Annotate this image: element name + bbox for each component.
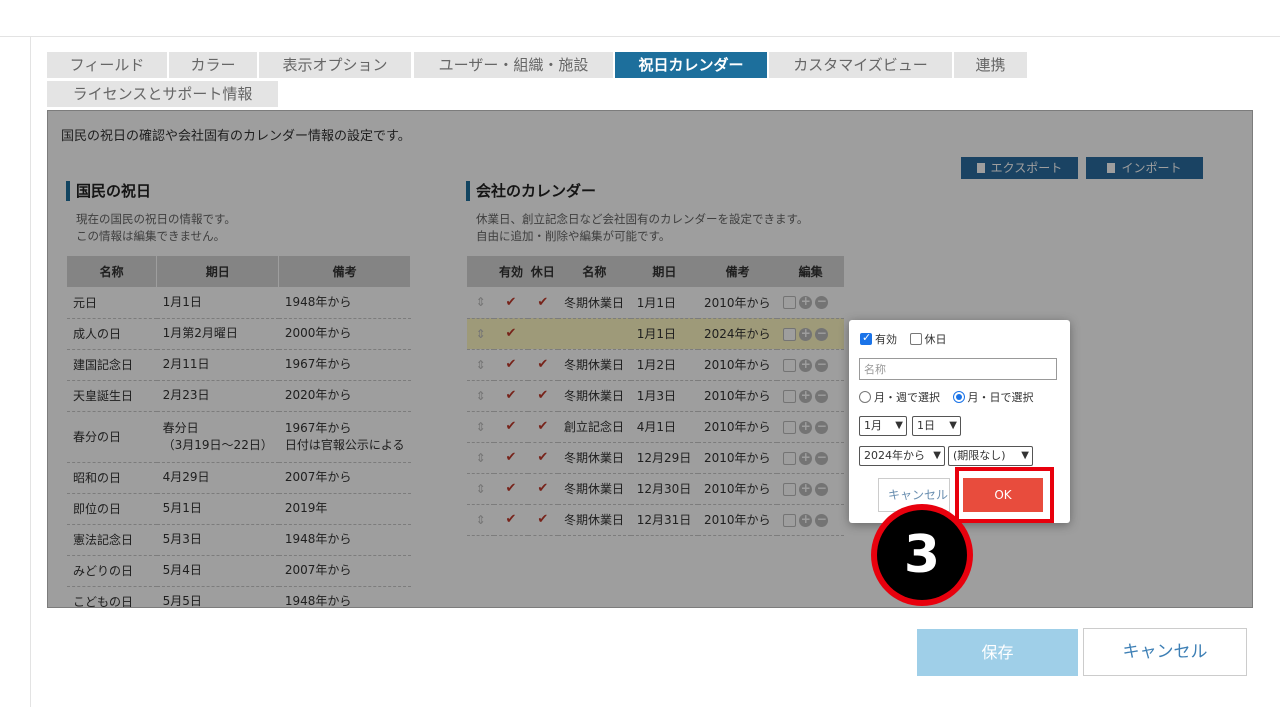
radio-month-day-label: 月・日で選択	[967, 391, 1034, 404]
radio-month-week-label: 月・週で選択	[874, 391, 940, 404]
enabled-label: 有効	[875, 333, 897, 346]
from-year-value: 2024年から	[864, 449, 925, 462]
chevron-down-icon: ▼	[933, 450, 941, 461]
enabled-checkbox[interactable]	[860, 331, 872, 345]
sidebar-divider	[30, 37, 31, 707]
month-select[interactable]: 1月 ▼	[859, 416, 907, 436]
tab-field[interactable]: フィールド	[47, 52, 167, 78]
until-value: (期限なし)	[953, 449, 1006, 462]
name-input[interactable]	[859, 358, 1057, 380]
select-mode-radios: 月・週で選択 月・日で選択	[859, 389, 1034, 405]
chevron-down-icon: ▼	[1021, 450, 1029, 461]
day-select[interactable]: 1日 ▼	[912, 416, 961, 436]
day-select-value: 1日	[917, 419, 935, 432]
ok-button[interactable]: OK	[963, 478, 1043, 512]
tab-license-support[interactable]: ライセンスとサポート情報	[47, 81, 278, 107]
step-number: 3	[877, 510, 967, 600]
holiday-checkbox[interactable]	[909, 333, 922, 345]
tab-display-options[interactable]: 表示オプション	[259, 52, 411, 78]
holiday-label: 休日	[924, 333, 947, 346]
cancel-button[interactable]: キャンセル	[1083, 628, 1247, 676]
tab-integration[interactable]: 連携	[954, 52, 1027, 78]
tab-customize-view[interactable]: カスタマイズビュー	[769, 52, 952, 78]
tab-users-orgs[interactable]: ユーザー・組織・施設	[414, 52, 613, 78]
month-select-value: 1月	[864, 419, 882, 432]
checkbox-row: 有効 休日	[860, 331, 947, 347]
radio-month-week[interactable]	[859, 391, 871, 403]
tab-color[interactable]: カラー	[169, 52, 257, 78]
chevron-down-icon: ▼	[949, 420, 957, 431]
step-badge: 3	[871, 504, 973, 606]
tab-holiday-calendar[interactable]: 祝日カレンダー	[615, 52, 767, 78]
save-button[interactable]: 保存	[917, 629, 1078, 676]
from-year-select[interactable]: 2024年から ▼	[859, 446, 945, 466]
header-divider	[0, 36, 1280, 37]
until-select[interactable]: (期限なし) ▼	[948, 446, 1033, 466]
radio-month-day[interactable]	[952, 391, 965, 403]
modal-overlay	[47, 110, 1253, 608]
chevron-down-icon: ▼	[895, 420, 903, 431]
